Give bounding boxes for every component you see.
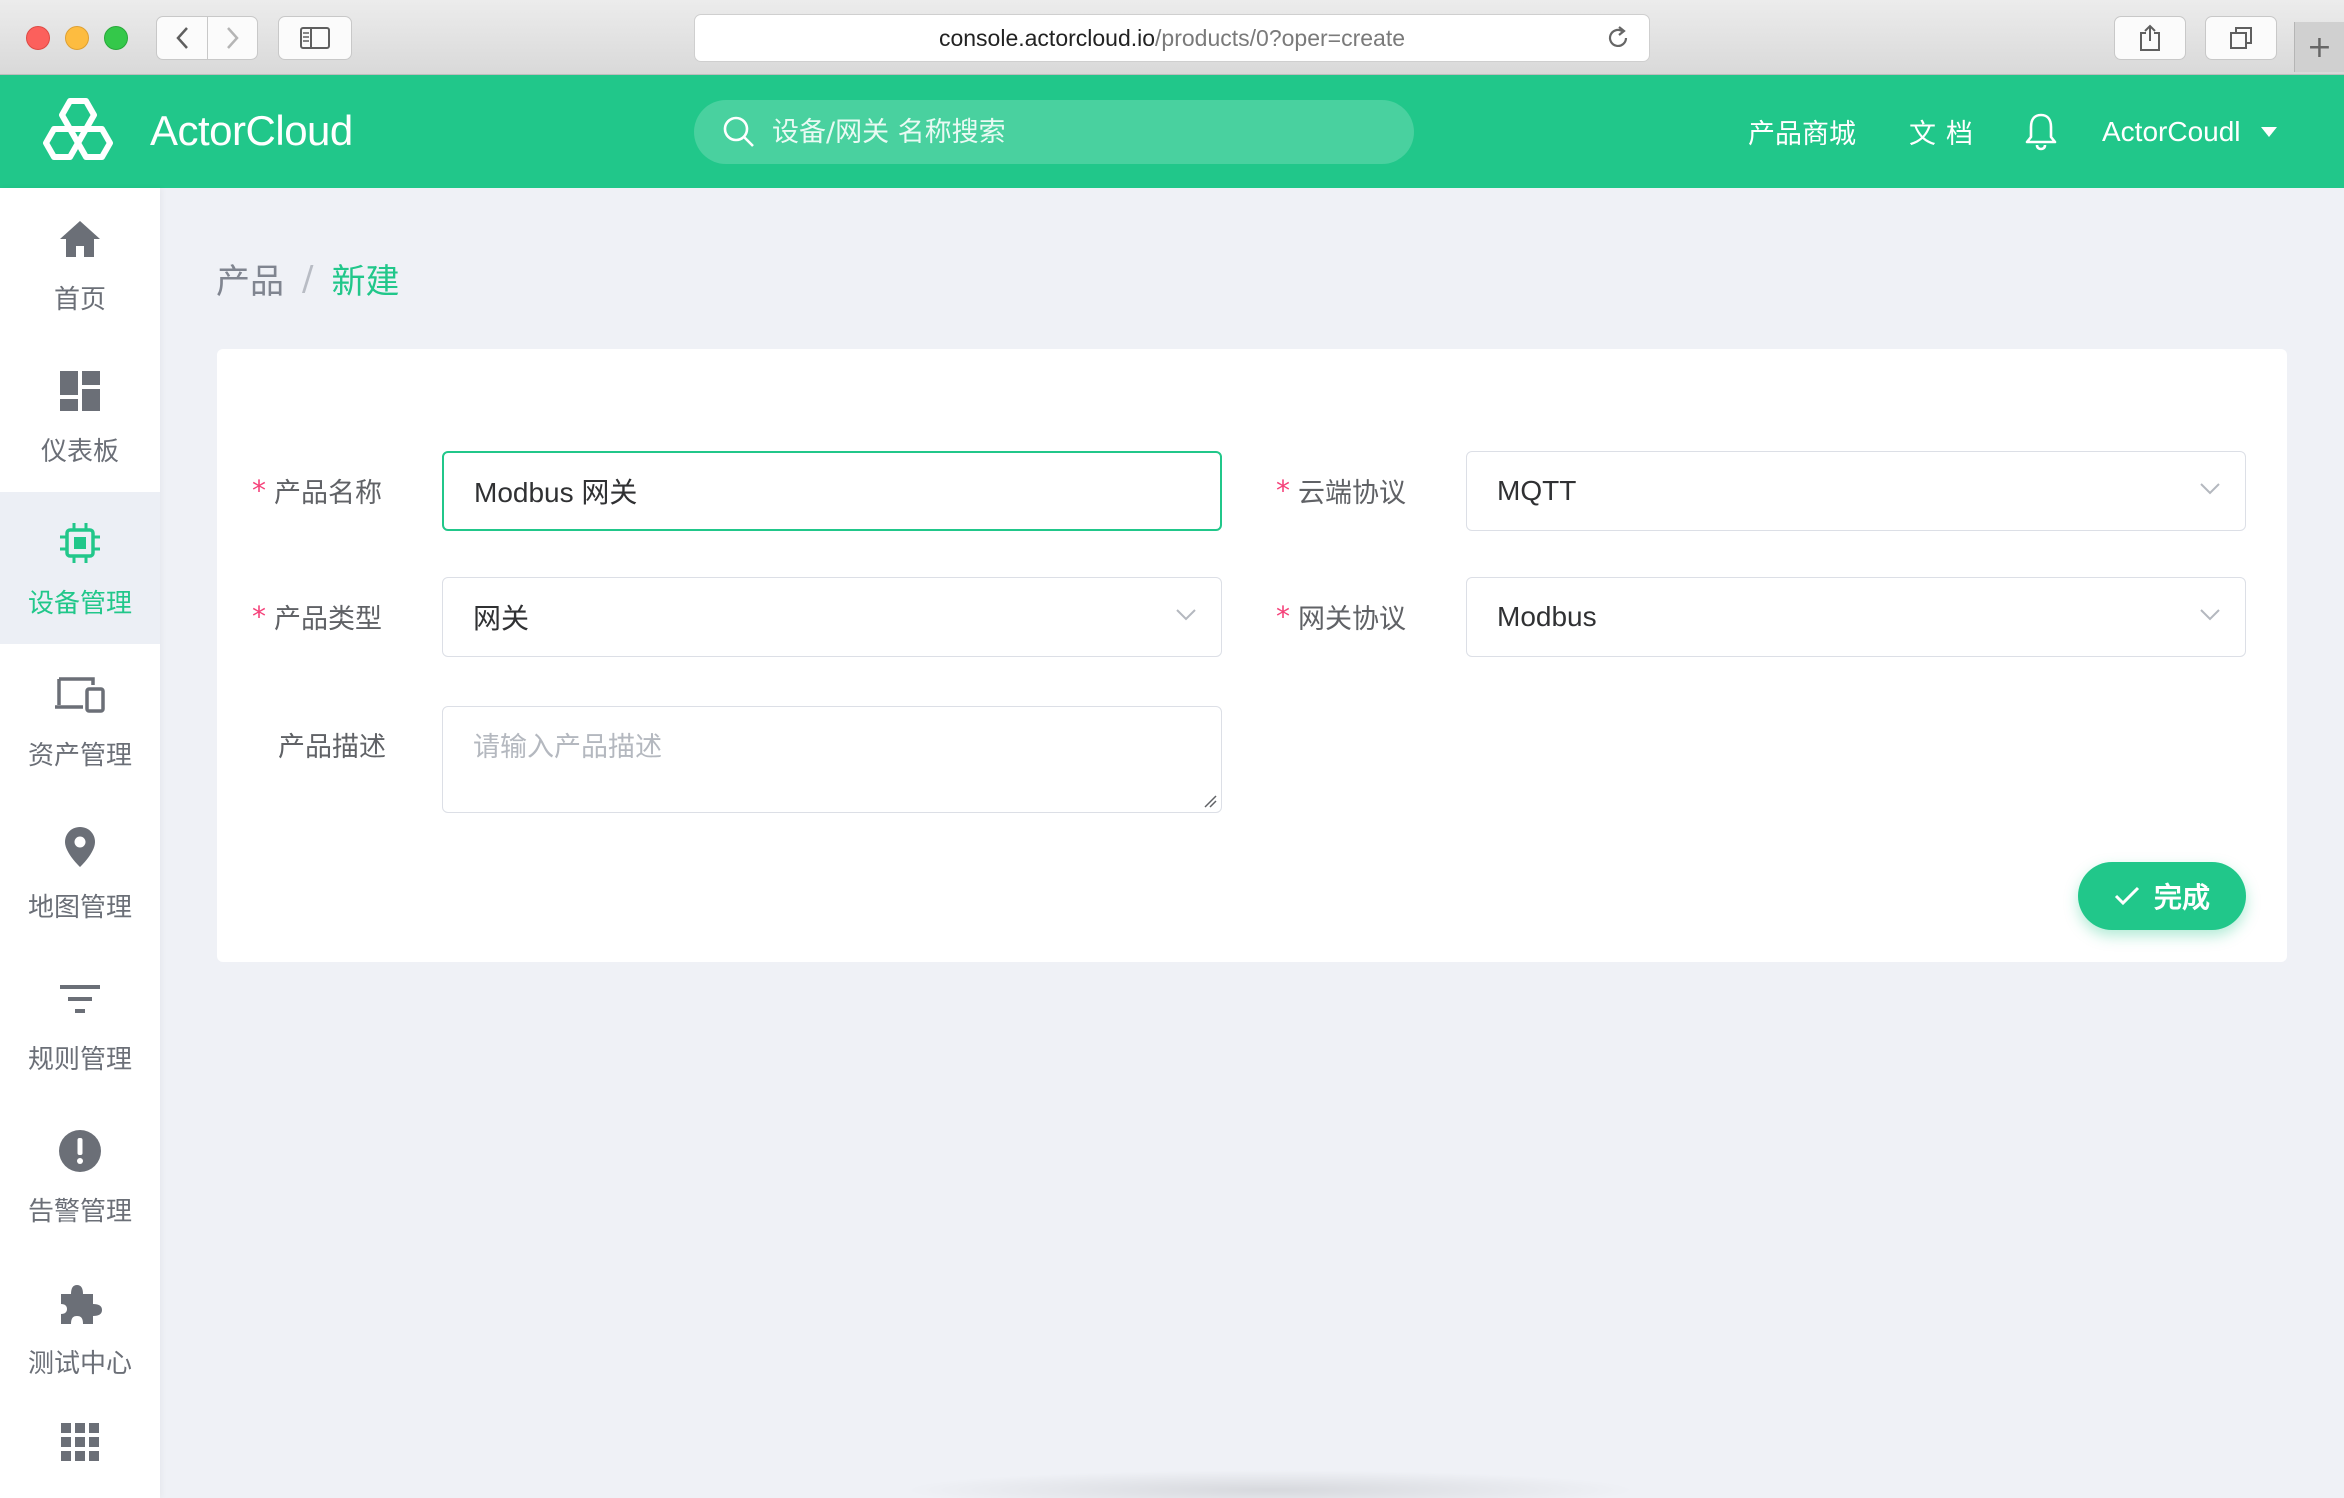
address-bar[interactable]: console.actorcloud.io/products/0?oper=cr… [694, 14, 1650, 62]
breadcrumb-separator: / [302, 258, 314, 299]
grid-icon [61, 1423, 99, 1461]
product-type-value: 网关 [473, 603, 530, 634]
devices-icon [53, 669, 107, 721]
required-mark: * [1276, 599, 1290, 633]
search-icon [723, 116, 754, 147]
breadcrumb-products-link[interactable]: 产品 [216, 254, 284, 303]
bottom-shadow [900, 1470, 1640, 1498]
nav-product-store[interactable]: 产品商城 [1748, 75, 1856, 188]
sidebar-item-label: 首页 [53, 284, 106, 315]
browser-toolbar: console.actorcloud.io/products/0?oper=cr… [0, 0, 2344, 75]
product-name-label: * 产品名称 [252, 473, 382, 509]
resize-handle-icon[interactable] [1203, 794, 1217, 808]
product-name-input[interactable] [474, 475, 1190, 507]
caret-down-icon [2260, 126, 2277, 137]
sidebar-item-home[interactable]: 首页 [0, 188, 160, 340]
close-window-button[interactable] [26, 26, 50, 50]
hexagon-logo-icon [43, 98, 113, 160]
gateway-protocol-value: Modbus [1497, 601, 1597, 632]
url-path: /products/0?oper=create [1155, 24, 1406, 51]
sidebar-icon [300, 27, 330, 49]
home-icon [58, 213, 102, 265]
sidebar-item-rule-management[interactable]: 规则管理 [0, 948, 160, 1100]
submit-label: 完成 [2153, 881, 2210, 914]
tabs-overview-button[interactable] [2205, 16, 2277, 60]
filter-icon [59, 973, 101, 1025]
sidebar: 首页 仪表板 设备管理 资产管理 地图管理 规则管理 告警管理 测试中心 [0, 188, 160, 1498]
chip-icon [59, 517, 101, 569]
required-mark: * [252, 599, 266, 633]
user-menu[interactable]: ActorCoudl [2102, 75, 2277, 188]
product-type-label: * 产品类型 [252, 599, 382, 635]
sidebar-item-label: 测试中心 [27, 1348, 132, 1379]
cloud-protocol-select[interactable]: MQTT [1466, 451, 2246, 531]
cloud-protocol-value: MQTT [1497, 475, 1577, 506]
gateway-protocol-select[interactable]: Modbus [1466, 577, 2246, 657]
history-nav [156, 16, 258, 60]
gateway-protocol-label: * 网关协议 [1276, 599, 1406, 635]
sidebar-item-label: 设备管理 [27, 588, 132, 619]
description-textarea[interactable]: 请输入产品描述 [442, 706, 1222, 813]
check-icon [2114, 886, 2140, 906]
share-button[interactable] [2114, 16, 2186, 60]
forward-button[interactable] [207, 17, 257, 59]
chevron-down-icon [1176, 609, 1196, 621]
minimize-window-button[interactable] [65, 26, 89, 50]
puzzle-icon [57, 1277, 103, 1329]
back-button[interactable] [157, 17, 207, 59]
brand-logo[interactable]: ActorCloud [38, 93, 353, 169]
plus-icon: + [2306, 29, 2333, 65]
breadcrumb: 产品 / 新建 [216, 254, 399, 303]
zoom-window-button[interactable] [104, 26, 128, 50]
bell-icon[interactable] [2024, 111, 2058, 151]
sidebar-toggle-button[interactable] [278, 16, 352, 60]
chevron-down-icon [2200, 483, 2220, 495]
sidebar-item-alert-management[interactable]: 告警管理 [0, 1100, 160, 1252]
sidebar-item-label: 仪表板 [40, 436, 119, 467]
required-mark: * [1276, 473, 1290, 507]
device-search[interactable] [694, 100, 1414, 164]
sidebar-item-more[interactable] [0, 1404, 160, 1494]
forward-icon [226, 27, 239, 49]
sidebar-item-test-center[interactable]: 测试中心 [0, 1252, 160, 1404]
breadcrumb-current: 新建 [331, 262, 400, 302]
sidebar-item-label: 资产管理 [27, 740, 132, 771]
sidebar-item-map-management[interactable]: 地图管理 [0, 796, 160, 948]
new-tab-button[interactable]: + [2294, 22, 2344, 72]
submit-button[interactable]: 完成 [2078, 862, 2246, 930]
user-name: ActorCoudl [2102, 115, 2241, 147]
app-header: ActorCloud 产品商城 文档 ActorCoudl [0, 75, 2344, 188]
product-name-field[interactable] [442, 451, 1222, 531]
description-label: 产品描述 [278, 731, 386, 763]
chevron-down-icon [2200, 609, 2220, 621]
map-pin-icon [63, 821, 97, 873]
sidebar-item-device-management[interactable]: 设备管理 [0, 492, 160, 644]
url-host: console.actorcloud.io [938, 24, 1156, 51]
cloud-protocol-label: * 云端协议 [1276, 473, 1406, 509]
sidebar-item-label: 告警管理 [27, 1196, 132, 1227]
sidebar-item-dashboard[interactable]: 仪表板 [0, 340, 160, 492]
brand-name: ActorCloud [150, 107, 353, 154]
dashboard-icon [59, 365, 101, 417]
nav-docs[interactable]: 文档 [1909, 75, 1983, 188]
required-mark: * [252, 473, 266, 507]
reload-icon[interactable] [1605, 25, 1631, 51]
back-icon [176, 27, 188, 49]
sidebar-item-label: 规则管理 [27, 1044, 132, 1075]
alert-icon [58, 1125, 102, 1177]
product-type-select[interactable]: 网关 [442, 577, 1222, 657]
description-placeholder: 请输入产品描述 [473, 732, 662, 763]
tabs-icon [2230, 27, 2252, 49]
sidebar-item-asset-management[interactable]: 资产管理 [0, 644, 160, 796]
share-icon [2140, 24, 2160, 51]
search-input[interactable] [772, 116, 1372, 148]
sidebar-item-label: 地图管理 [27, 892, 132, 923]
